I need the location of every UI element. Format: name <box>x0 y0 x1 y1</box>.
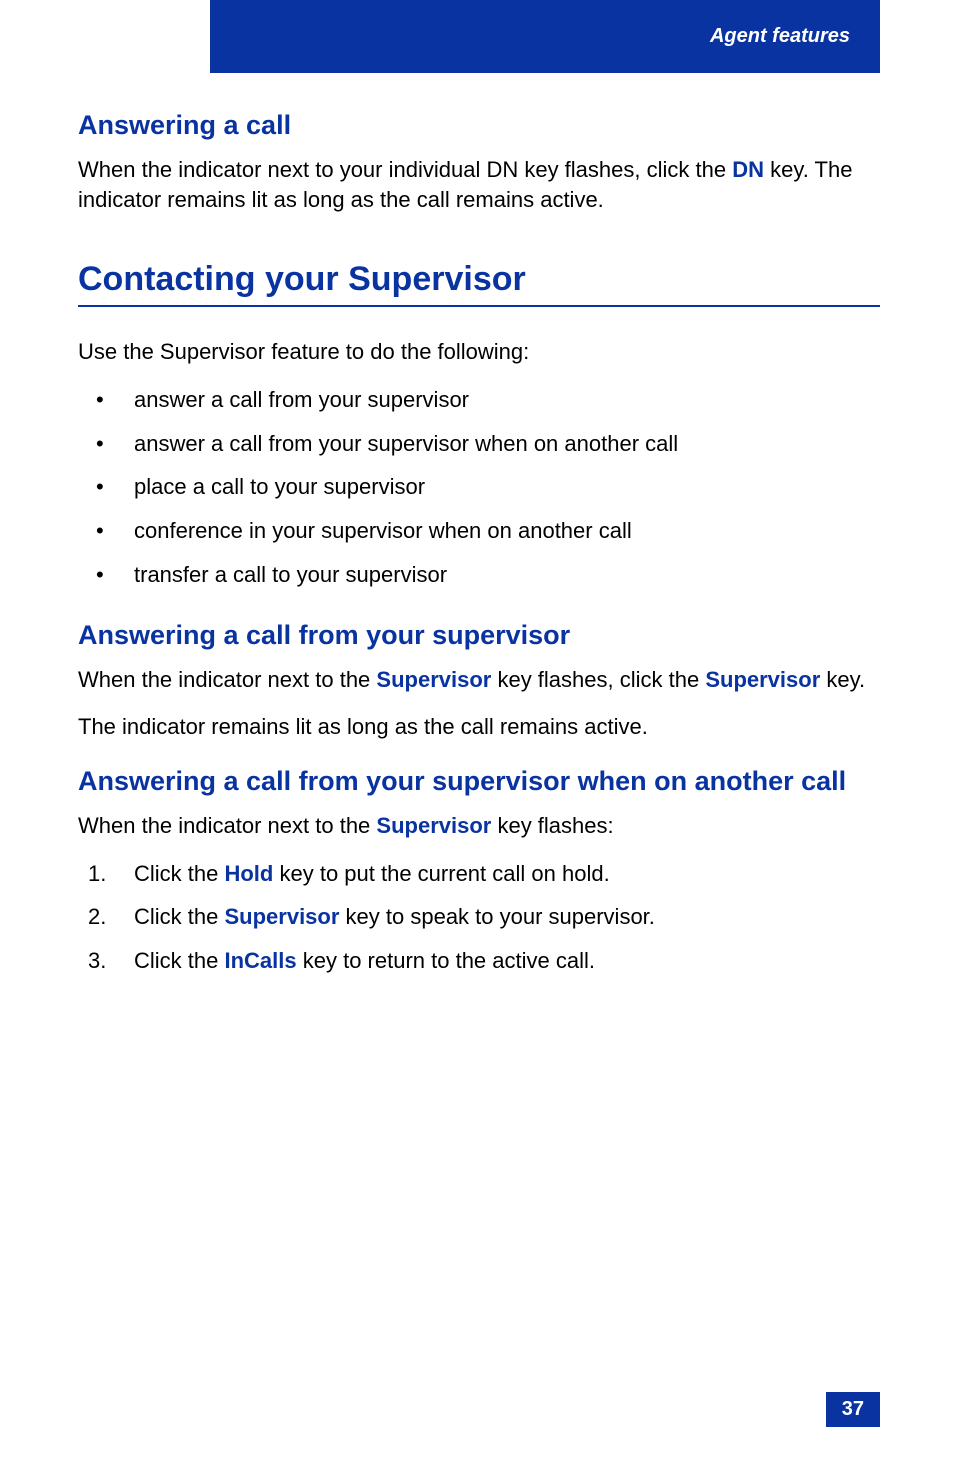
header-bar: Agent features <box>210 0 880 73</box>
text: key flashes: <box>491 813 613 838</box>
steps-list: Click the Hold key to put the current ca… <box>78 859 880 976</box>
heading-answering-call: Answering a call <box>78 110 880 141</box>
paragraph: When the indicator next to the Superviso… <box>78 811 880 841</box>
paragraph: Use the Supervisor feature to do the fol… <box>78 337 880 367</box>
text: key to put the current call on hold. <box>273 861 609 886</box>
page-content: Answering a call When the indicator next… <box>78 110 880 990</box>
paragraph: When the indicator next to the Superviso… <box>78 665 880 695</box>
text: key to speak to your supervisor. <box>339 904 655 929</box>
step-item: Click the Hold key to put the current ca… <box>78 859 880 889</box>
text: When the indicator next to your individu… <box>78 157 732 182</box>
paragraph: When the indicator next to your individu… <box>78 155 880 214</box>
header-title: Agent features <box>710 25 850 48</box>
text: key to return to the active call. <box>297 948 595 973</box>
list-item: answer a call from your supervisor <box>78 385 880 415</box>
list-item: place a call to your supervisor <box>78 472 880 502</box>
feature-list: answer a call from your supervisor answe… <box>78 385 880 589</box>
heading-answering-when-on-call: Answering a call from your supervisor wh… <box>78 766 880 797</box>
text: Click the <box>134 904 224 929</box>
step-item: Click the Supervisor key to speak to you… <box>78 902 880 932</box>
keyword-supervisor: Supervisor <box>376 667 491 692</box>
step-item: Click the InCalls key to return to the a… <box>78 946 880 976</box>
keyword-supervisor: Supervisor <box>376 813 491 838</box>
heading-contacting-supervisor: Contacting your Supervisor <box>78 260 880 307</box>
page-number: 37 <box>826 1392 880 1427</box>
text: key flashes, click the <box>491 667 705 692</box>
paragraph: The indicator remains lit as long as the… <box>78 712 880 742</box>
text: Click the <box>134 948 224 973</box>
keyword-incalls: InCalls <box>224 948 296 973</box>
list-item: transfer a call to your supervisor <box>78 560 880 590</box>
list-item: answer a call from your supervisor when … <box>78 429 880 459</box>
keyword-dn: DN <box>732 157 764 182</box>
text: When the indicator next to the <box>78 813 376 838</box>
text: key. <box>820 667 865 692</box>
keyword-hold: Hold <box>224 861 273 886</box>
text: Click the <box>134 861 224 886</box>
heading-answering-from-supervisor: Answering a call from your supervisor <box>78 620 880 651</box>
list-item: conference in your supervisor when on an… <box>78 516 880 546</box>
keyword-supervisor: Supervisor <box>224 904 339 929</box>
keyword-supervisor: Supervisor <box>705 667 820 692</box>
text: When the indicator next to the <box>78 667 376 692</box>
